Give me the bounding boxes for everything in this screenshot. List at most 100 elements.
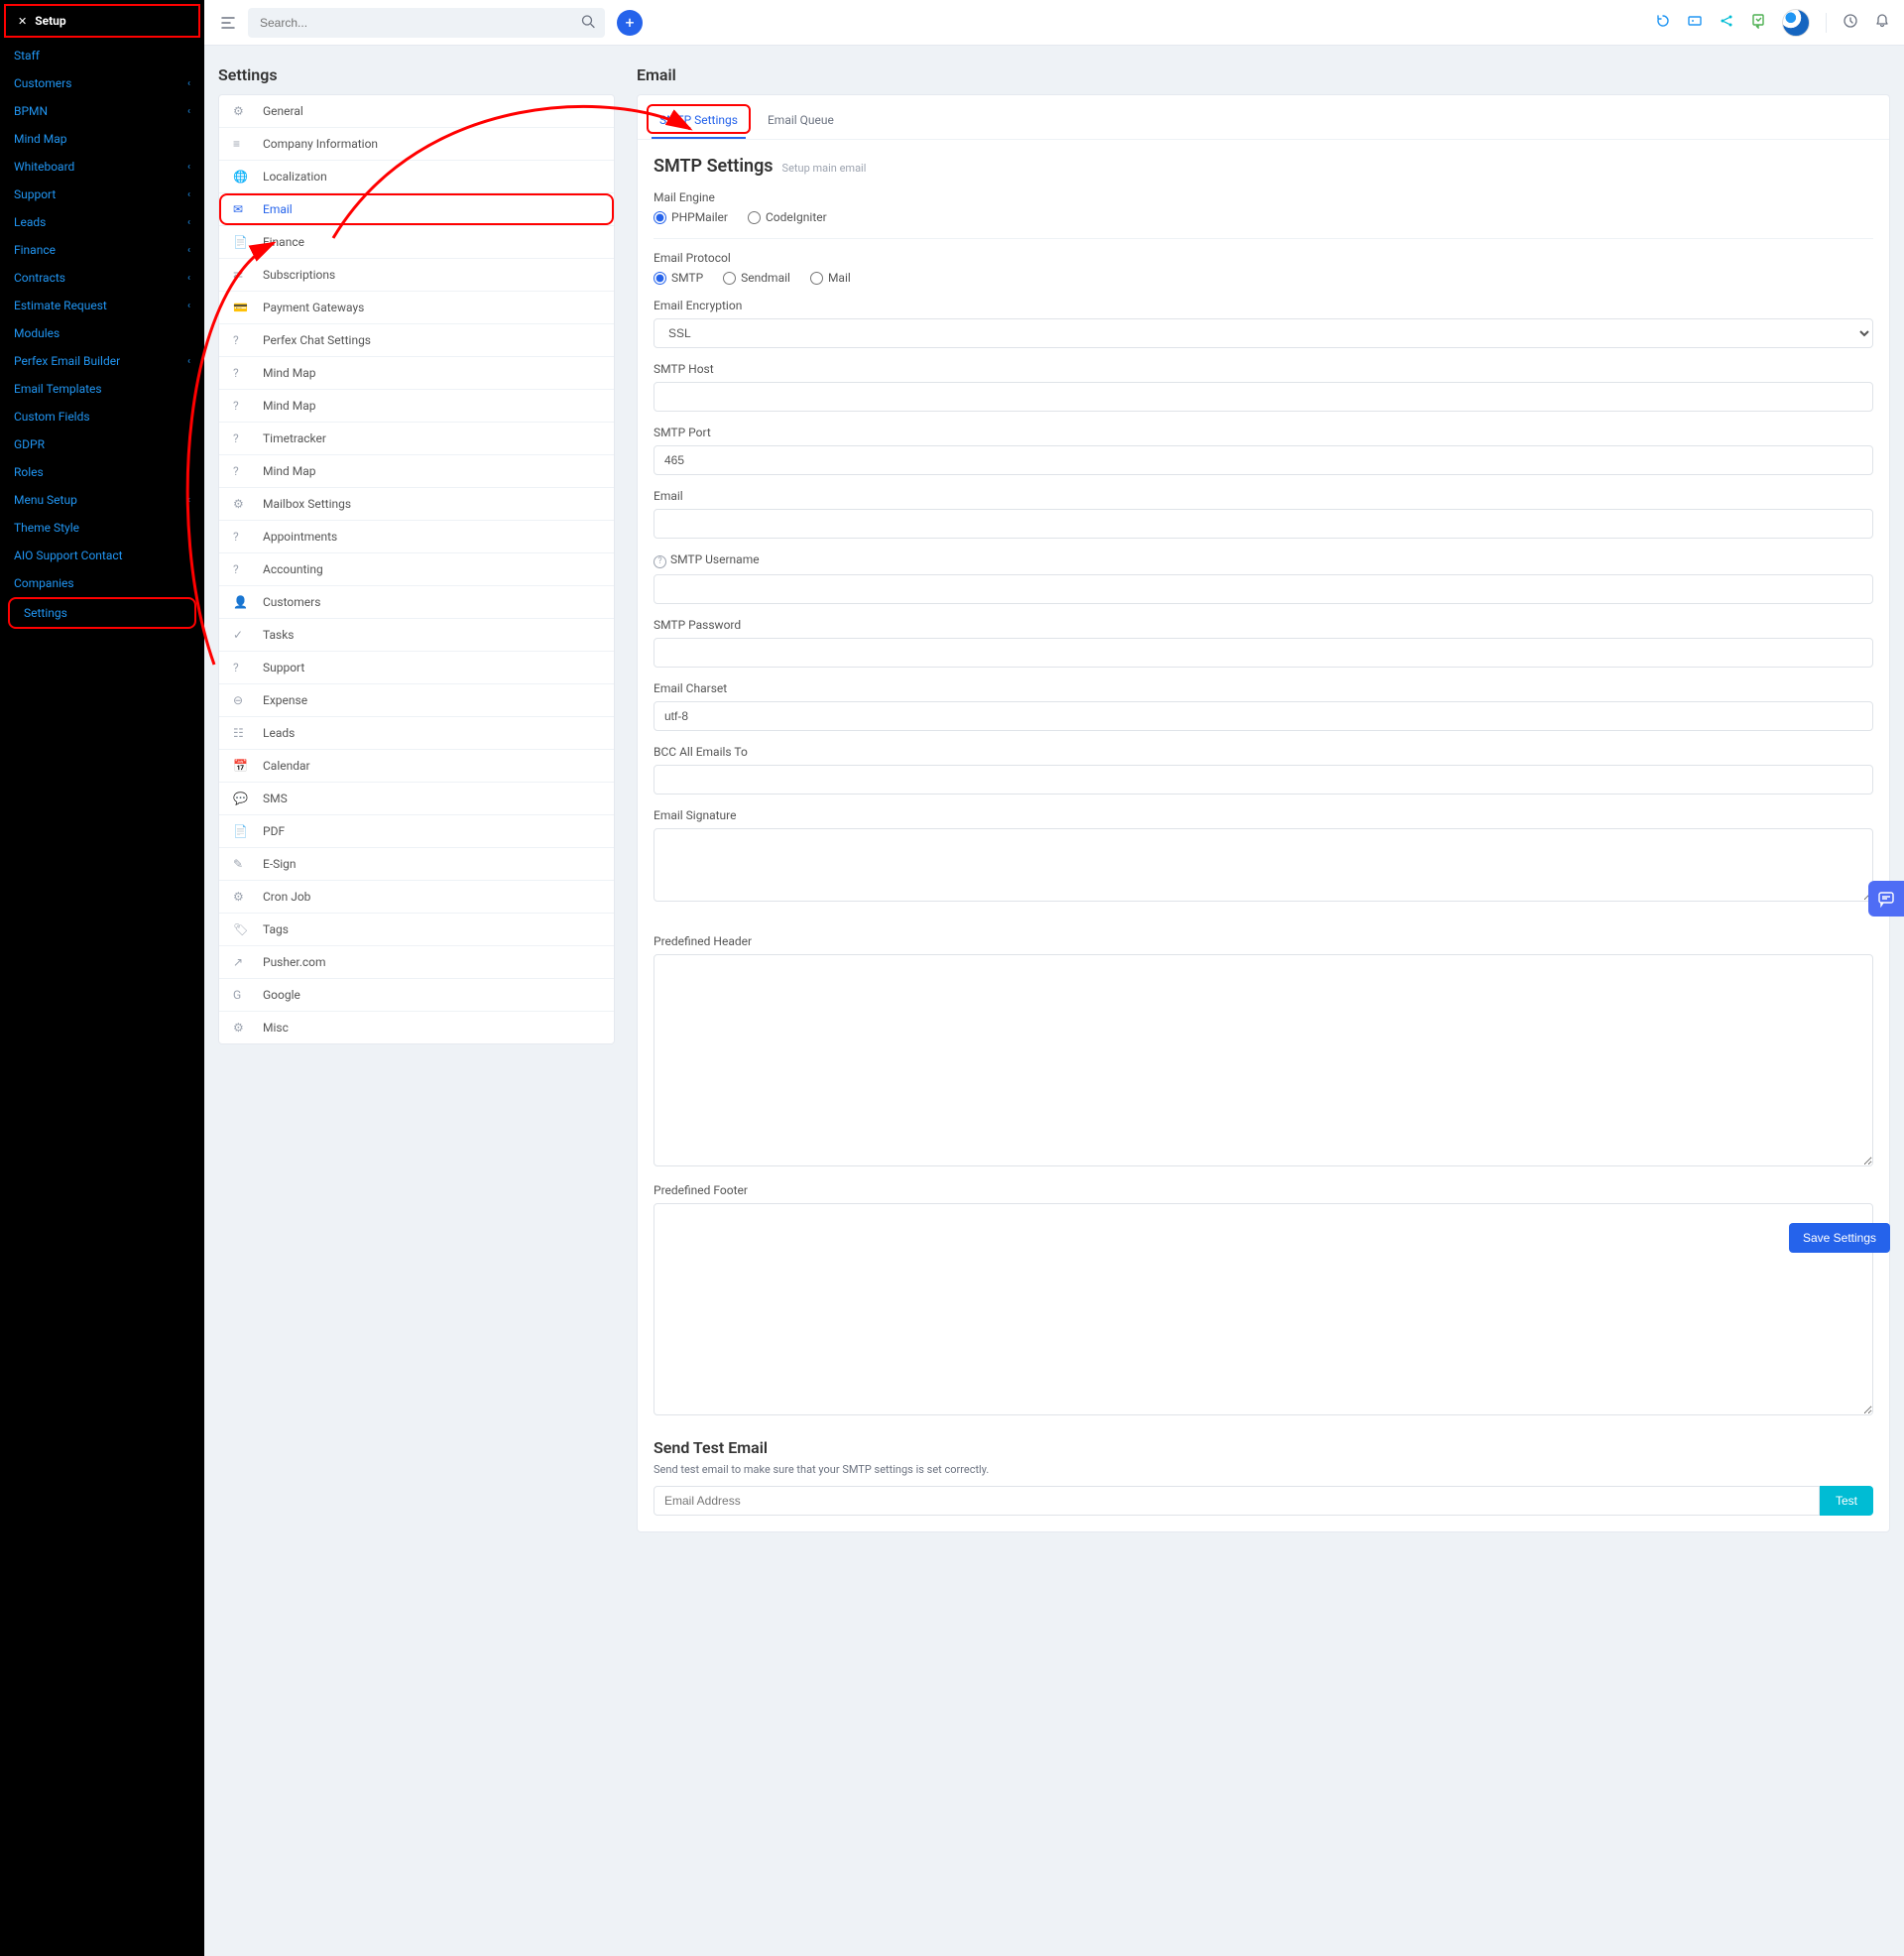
settings-item-label: E-Sign — [263, 857, 297, 871]
settings-item-subscriptions[interactable]: ⇄Subscriptions — [219, 259, 614, 292]
search-input[interactable] — [248, 8, 605, 38]
chat-widget-icon[interactable] — [1868, 881, 1904, 917]
sidebar-item-companies[interactable]: Companies — [0, 569, 204, 597]
email-input[interactable] — [654, 509, 1873, 539]
settings-item-customers[interactable]: 👤Customers — [219, 586, 614, 619]
settings-item-support[interactable]: ?Support — [219, 652, 614, 684]
settings-item-e-sign[interactable]: ✎E-Sign — [219, 848, 614, 881]
settings-item-sms[interactable]: 💬SMS — [219, 783, 614, 815]
settings-item-pusher-com[interactable]: ↗Pusher.com — [219, 946, 614, 979]
smtp-username-input[interactable] — [654, 574, 1873, 604]
card-icon[interactable] — [1687, 13, 1703, 32]
sidebar-item-roles[interactable]: Roles — [0, 458, 204, 486]
sidebar-item-bpmn[interactable]: BPMN‹ — [0, 97, 204, 125]
settings-item-appointments[interactable]: ?Appointments — [219, 521, 614, 553]
settings-item-accounting[interactable]: ?Accounting — [219, 553, 614, 586]
settings-item-label: Timetracker — [263, 431, 326, 445]
settings-item-label: Mind Map — [263, 464, 316, 478]
settings-item-mailbox-settings[interactable]: ⚙Mailbox Settings — [219, 488, 614, 521]
sidebar-item-email-templates[interactable]: Email Templates — [0, 375, 204, 403]
settings-item-tags[interactable]: 🏷Tags — [219, 914, 614, 946]
sidebar-item-settings[interactable]: Settings — [8, 597, 196, 629]
settings-item-mind-map[interactable]: ?Mind Map — [219, 455, 614, 488]
bell-icon[interactable] — [1874, 13, 1890, 32]
settings-item-company-information[interactable]: ≡Company Information — [219, 128, 614, 161]
sidebar-item-gdpr[interactable]: GDPR — [0, 430, 204, 458]
radio-phpmailer[interactable]: PHPMailer — [654, 210, 728, 224]
settings-item-calendar[interactable]: 📅Calendar — [219, 750, 614, 783]
save-settings-button[interactable]: Save Settings — [1789, 1223, 1890, 1253]
test-email-input[interactable] — [654, 1486, 1820, 1516]
sidebar-item-customers[interactable]: Customers‹ — [0, 69, 204, 97]
sidebar-item-theme-style[interactable]: Theme Style — [0, 514, 204, 542]
radio-smtp[interactable]: SMTP — [654, 271, 703, 285]
sidebar-item-aio-support-contact[interactable]: AIO Support Contact — [0, 542, 204, 569]
sidebar-item-contracts[interactable]: Contracts‹ — [0, 264, 204, 292]
settings-item-google[interactable]: GGoogle — [219, 979, 614, 1012]
sidebar-item-staff[interactable]: Staff — [0, 42, 204, 69]
sidebar-item-whiteboard[interactable]: Whiteboard‹ — [0, 153, 204, 181]
email-charset-input[interactable] — [654, 701, 1873, 731]
settings-item-misc[interactable]: ⚙Misc — [219, 1012, 614, 1043]
email-encryption-select[interactable]: SSL — [654, 318, 1873, 348]
smtp-host-input[interactable] — [654, 382, 1873, 412]
sidebar-item-menu-setup[interactable]: Menu Setup‹ — [0, 486, 204, 514]
menu-toggle-icon[interactable] — [218, 13, 238, 33]
close-icon[interactable]: ✕ — [18, 15, 27, 28]
sidebar-item-mind-map[interactable]: Mind Map — [0, 125, 204, 153]
predef-header-textarea[interactable] — [654, 954, 1873, 1166]
settings-item-cron-job[interactable]: ⚙Cron Job — [219, 881, 614, 914]
settings-item-email[interactable]: ✉Email — [219, 193, 614, 226]
add-button[interactable]: + — [617, 10, 643, 36]
predef-footer-textarea[interactable] — [654, 1203, 1873, 1415]
sidebar-item-leads[interactable]: Leads‹ — [0, 208, 204, 236]
settings-item-pdf[interactable]: 📄PDF — [219, 815, 614, 848]
sidebar-item-perfex-email-builder[interactable]: Perfex Email Builder‹ — [0, 347, 204, 375]
tab-smtp-settings[interactable]: SMTP Settings — [652, 107, 746, 139]
settings-item-icon: 💬 — [233, 792, 253, 805]
settings-item-icon: ? — [233, 562, 253, 576]
sidebar-item-modules[interactable]: Modules — [0, 319, 204, 347]
settings-item-timetracker[interactable]: ?Timetracker — [219, 423, 614, 455]
settings-item-mind-map[interactable]: ?Mind Map — [219, 390, 614, 423]
settings-item-label: Leads — [263, 726, 295, 740]
note-icon[interactable] — [1750, 13, 1766, 32]
radio-mail[interactable]: Mail — [810, 271, 851, 285]
search-icon[interactable] — [581, 14, 595, 31]
clock-icon[interactable] — [1843, 13, 1858, 32]
smtp-port-input[interactable] — [654, 445, 1873, 475]
radio-codeigniter[interactable]: CodeIgniter — [748, 210, 827, 224]
sidebar-item-estimate-request[interactable]: Estimate Request‹ — [0, 292, 204, 319]
sidebar-item-finance[interactable]: Finance‹ — [0, 236, 204, 264]
signature-textarea[interactable] — [654, 828, 1873, 902]
settings-item-leads[interactable]: ☷Leads — [219, 717, 614, 750]
smtp-password-input[interactable] — [654, 638, 1873, 668]
email-tabs: SMTP Settings Email Queue — [638, 95, 1889, 140]
avatar[interactable] — [1782, 9, 1810, 37]
settings-item-general[interactable]: ⚙General — [219, 95, 614, 128]
settings-item-mind-map[interactable]: ?Mind Map — [219, 357, 614, 390]
settings-item-localization[interactable]: 🌐Localization — [219, 161, 614, 193]
sidebar-item-support[interactable]: Support‹ — [0, 181, 204, 208]
settings-item-icon: 📄 — [233, 235, 253, 249]
settings-item-icon: 🌐 — [233, 170, 253, 183]
settings-item-label: Tasks — [263, 628, 295, 642]
settings-item-expense[interactable]: ⊖Expense — [219, 684, 614, 717]
chevron-left-icon: ‹ — [187, 189, 190, 200]
setup-header[interactable]: ✕ Setup — [4, 4, 200, 38]
settings-item-label: PDF — [263, 824, 285, 838]
settings-item-tasks[interactable]: ✓Tasks — [219, 619, 614, 652]
settings-item-payment-gateways[interactable]: 💳Payment Gateways — [219, 292, 614, 324]
test-button[interactable]: Test — [1820, 1486, 1873, 1516]
settings-item-perfex-chat-settings[interactable]: ?Perfex Chat Settings — [219, 324, 614, 357]
history-icon[interactable] — [1655, 13, 1671, 32]
sidebar-item-custom-fields[interactable]: Custom Fields — [0, 403, 204, 430]
help-icon[interactable]: ? — [654, 555, 666, 568]
sidebar-item-label: Mind Map — [14, 132, 67, 146]
tab-email-queue[interactable]: Email Queue — [760, 107, 842, 139]
sidebar-item-label: GDPR — [14, 437, 45, 451]
settings-item-finance[interactable]: 📄Finance — [219, 226, 614, 259]
radio-sendmail[interactable]: Sendmail — [723, 271, 790, 285]
bcc-input[interactable] — [654, 765, 1873, 795]
share-icon[interactable] — [1719, 13, 1734, 32]
